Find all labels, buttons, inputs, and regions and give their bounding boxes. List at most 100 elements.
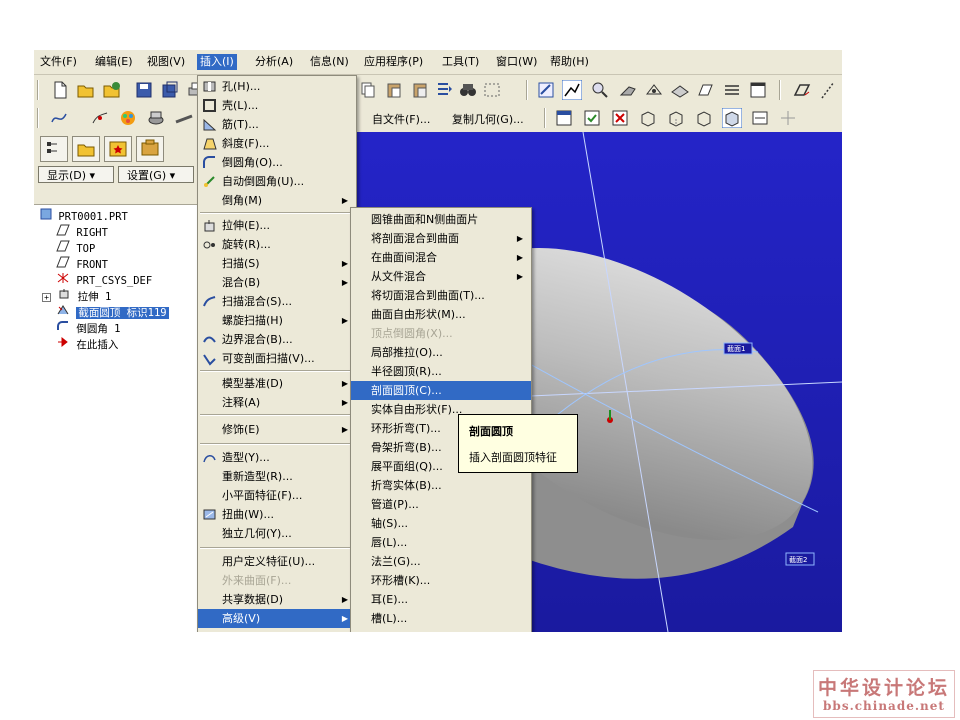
connections-tab-icon[interactable] [136, 136, 164, 162]
tree-item-insert-here[interactable]: 在此插入 [56, 336, 118, 351]
repaint-icon[interactable] [536, 80, 556, 100]
tree-item-round[interactable]: 倒圆角 1 [56, 320, 120, 335]
favorites-tab-icon[interactable] [104, 136, 132, 162]
menu-item-annotation[interactable]: 注释(A) ▶ [198, 393, 356, 412]
tree-item-right[interactable]: RIGHT [56, 224, 108, 239]
submenu-item-section-dome[interactable]: 剖面圆顶(C)... [351, 381, 531, 400]
menu-applications[interactable]: 应用程序(P) [361, 54, 426, 70]
submenu-item-bend-solid[interactable]: 折弯实体(B)... [351, 476, 531, 495]
copy-geometry-button[interactable]: 复制几何(G)... [452, 111, 524, 127]
menu-item-boundary-blend[interactable]: 边界混合(B)... [198, 330, 356, 349]
open-folder-icon[interactable] [76, 80, 96, 100]
menu-item-extrude[interactable]: 拉伸(E)... [198, 216, 356, 235]
analysis-curve-icon[interactable] [90, 108, 110, 128]
menu-item-style[interactable]: 造型(Y)... [198, 448, 356, 467]
menu-item-revolve[interactable]: 旋转(R)... [198, 235, 356, 254]
menu-item-auto-round[interactable]: 自动倒圆角(U)... [198, 172, 356, 191]
submenu-item-conic-surface[interactable]: 圆锥曲面和N侧曲面片 [351, 210, 531, 229]
menu-item-blend[interactable]: 混合(B) ▶ [198, 273, 356, 292]
submenu-item-surface-freeform[interactable]: 曲面自由形状(M)... [351, 305, 531, 324]
submenu-item-radius-dome[interactable]: 半径圆顶(R)... [351, 362, 531, 381]
open-recent-icon[interactable] [102, 80, 122, 100]
model-tree-toggle-icon[interactable] [722, 80, 742, 100]
select-box-icon[interactable] [482, 80, 502, 100]
model-tree-tab-icon[interactable] [40, 136, 68, 162]
menu-tools[interactable]: 工具(T) [439, 54, 482, 70]
tree-item-extrude[interactable]: + 拉伸 1 [42, 288, 111, 303]
submenu-item-flange[interactable]: 法兰(G)... [351, 552, 531, 571]
save-icon[interactable] [134, 80, 154, 100]
expand-toggle-icon[interactable]: + [42, 293, 51, 302]
tree-item-front[interactable]: FRONT [56, 256, 108, 271]
dimension-icon[interactable] [750, 108, 770, 128]
submenu-item-ear[interactable]: 耳(E)... [351, 590, 531, 609]
spin-center-icon[interactable] [562, 80, 582, 100]
menu-item-model-datum[interactable]: 模型基准(D) ▶ [198, 374, 356, 393]
spin-center-toggle-icon[interactable] [778, 108, 798, 128]
menu-item-var-section-sweep[interactable]: 可变剖面扫描(V)... [198, 349, 356, 368]
display-style-icon[interactable] [696, 80, 716, 100]
submenu-item-blend-between-surfaces[interactable]: 在曲面间混合 ▶ [351, 248, 531, 267]
submenu-item-slot[interactable]: 槽(L)... [351, 609, 531, 628]
find-binoculars-icon[interactable] [458, 80, 478, 100]
wireframe-icon[interactable] [638, 108, 658, 128]
folder-browser-tab-icon[interactable] [72, 136, 100, 162]
orient-icon[interactable] [618, 80, 638, 100]
tree-item-part[interactable]: PRT0001.PRT [40, 208, 128, 223]
menu-help[interactable]: 帮助(H) [547, 54, 592, 70]
submenu-item-local-push[interactable]: 局部推拉(O)... [351, 343, 531, 362]
submenu-item-section-to-surface[interactable]: 将剖面混合到曲面 ▶ [351, 229, 531, 248]
measure-icon[interactable] [174, 108, 194, 128]
tree-item-top[interactable]: TOP [56, 240, 95, 255]
menu-info[interactable]: 信息(N) [307, 54, 352, 70]
menu-item-chamfer[interactable]: 倒角(M) ▶ [198, 191, 356, 210]
menu-item-shell[interactable]: 壳(L)... [198, 96, 356, 115]
menu-item-rib[interactable]: 筋(T)... [198, 115, 356, 134]
section-1-tag[interactable]: 截面1 [723, 342, 753, 355]
menu-item-hole[interactable]: 孔(H)... [198, 77, 356, 96]
regenerate-icon[interactable] [434, 80, 454, 100]
menu-item-advanced[interactable]: 高级(V) ▶ [198, 609, 356, 628]
menu-window[interactable]: 窗口(W) [493, 54, 540, 70]
show-dropdown[interactable]: 显示(D) ▾ [38, 166, 114, 183]
menu-item-restyle[interactable]: 重新造型(R)... [198, 467, 356, 486]
copy-icon[interactable] [358, 80, 378, 100]
menu-item-draft[interactable]: 斜度(F)... [198, 134, 356, 153]
checkmark-window-icon[interactable] [582, 108, 602, 128]
saved-views-icon[interactable] [644, 80, 664, 100]
menu-insert[interactable]: 插入(I) [197, 54, 237, 70]
zoom-in-icon[interactable] [590, 80, 610, 100]
submenu-item-blend-from-file[interactable]: 从文件混合 ▶ [351, 267, 531, 286]
shaded-icon[interactable] [722, 108, 742, 128]
layers-icon[interactable] [670, 80, 690, 100]
hidden-line-icon[interactable] [666, 108, 686, 128]
menu-analysis[interactable]: 分析(A) [252, 54, 296, 70]
tree-item-csys[interactable]: PRT_CSYS_DEF [56, 272, 152, 287]
save-copy-icon[interactable] [160, 80, 180, 100]
submenu-item-tangent-blend[interactable]: 将切面混合到曲面(T)... [351, 286, 531, 305]
menu-item-round[interactable]: 倒圆角(O)... [198, 153, 356, 172]
menu-file[interactable]: 文件(F) [37, 54, 80, 70]
datum-axis-icon[interactable] [818, 80, 838, 100]
menu-item-warp[interactable]: 扭曲(W)... [198, 505, 356, 524]
submenu-item-pipe[interactable]: 管道(P)... [351, 495, 531, 514]
submenu-item-lip[interactable]: 唇(L)... [351, 533, 531, 552]
menu-item-independent-geometry[interactable]: 独立几何(Y)... [198, 524, 356, 543]
menu-item-swept-blend[interactable]: 扫描混合(S)... [198, 292, 356, 311]
menu-item-udf[interactable]: 用户定义特征(U)... [198, 552, 356, 571]
menu-item-helical-sweep[interactable]: 螺旋扫描(H) ▶ [198, 311, 356, 330]
menu-view[interactable]: 视图(V) [144, 54, 188, 70]
paste-special-icon[interactable] [410, 80, 430, 100]
paste-icon[interactable] [384, 80, 404, 100]
close-window-icon[interactable] [610, 108, 630, 128]
scene-icon[interactable] [146, 108, 166, 128]
menu-item-facet-feature[interactable]: 小平面特征(F)... [198, 486, 356, 505]
no-hidden-icon[interactable] [694, 108, 714, 128]
color-palette-icon[interactable] [118, 108, 138, 128]
submenu-item-neck[interactable]: 环形槽(K)... [351, 571, 531, 590]
tree-item-section-dome[interactable]: 截面圆顶 标识119 [56, 304, 169, 319]
datum-plane-icon[interactable] [792, 80, 812, 100]
section-2-tag[interactable]: 截面2 [785, 552, 815, 566]
sketch-curve-icon[interactable] [50, 108, 70, 128]
settings-dropdown[interactable]: 设置(G) ▾ [118, 166, 194, 183]
